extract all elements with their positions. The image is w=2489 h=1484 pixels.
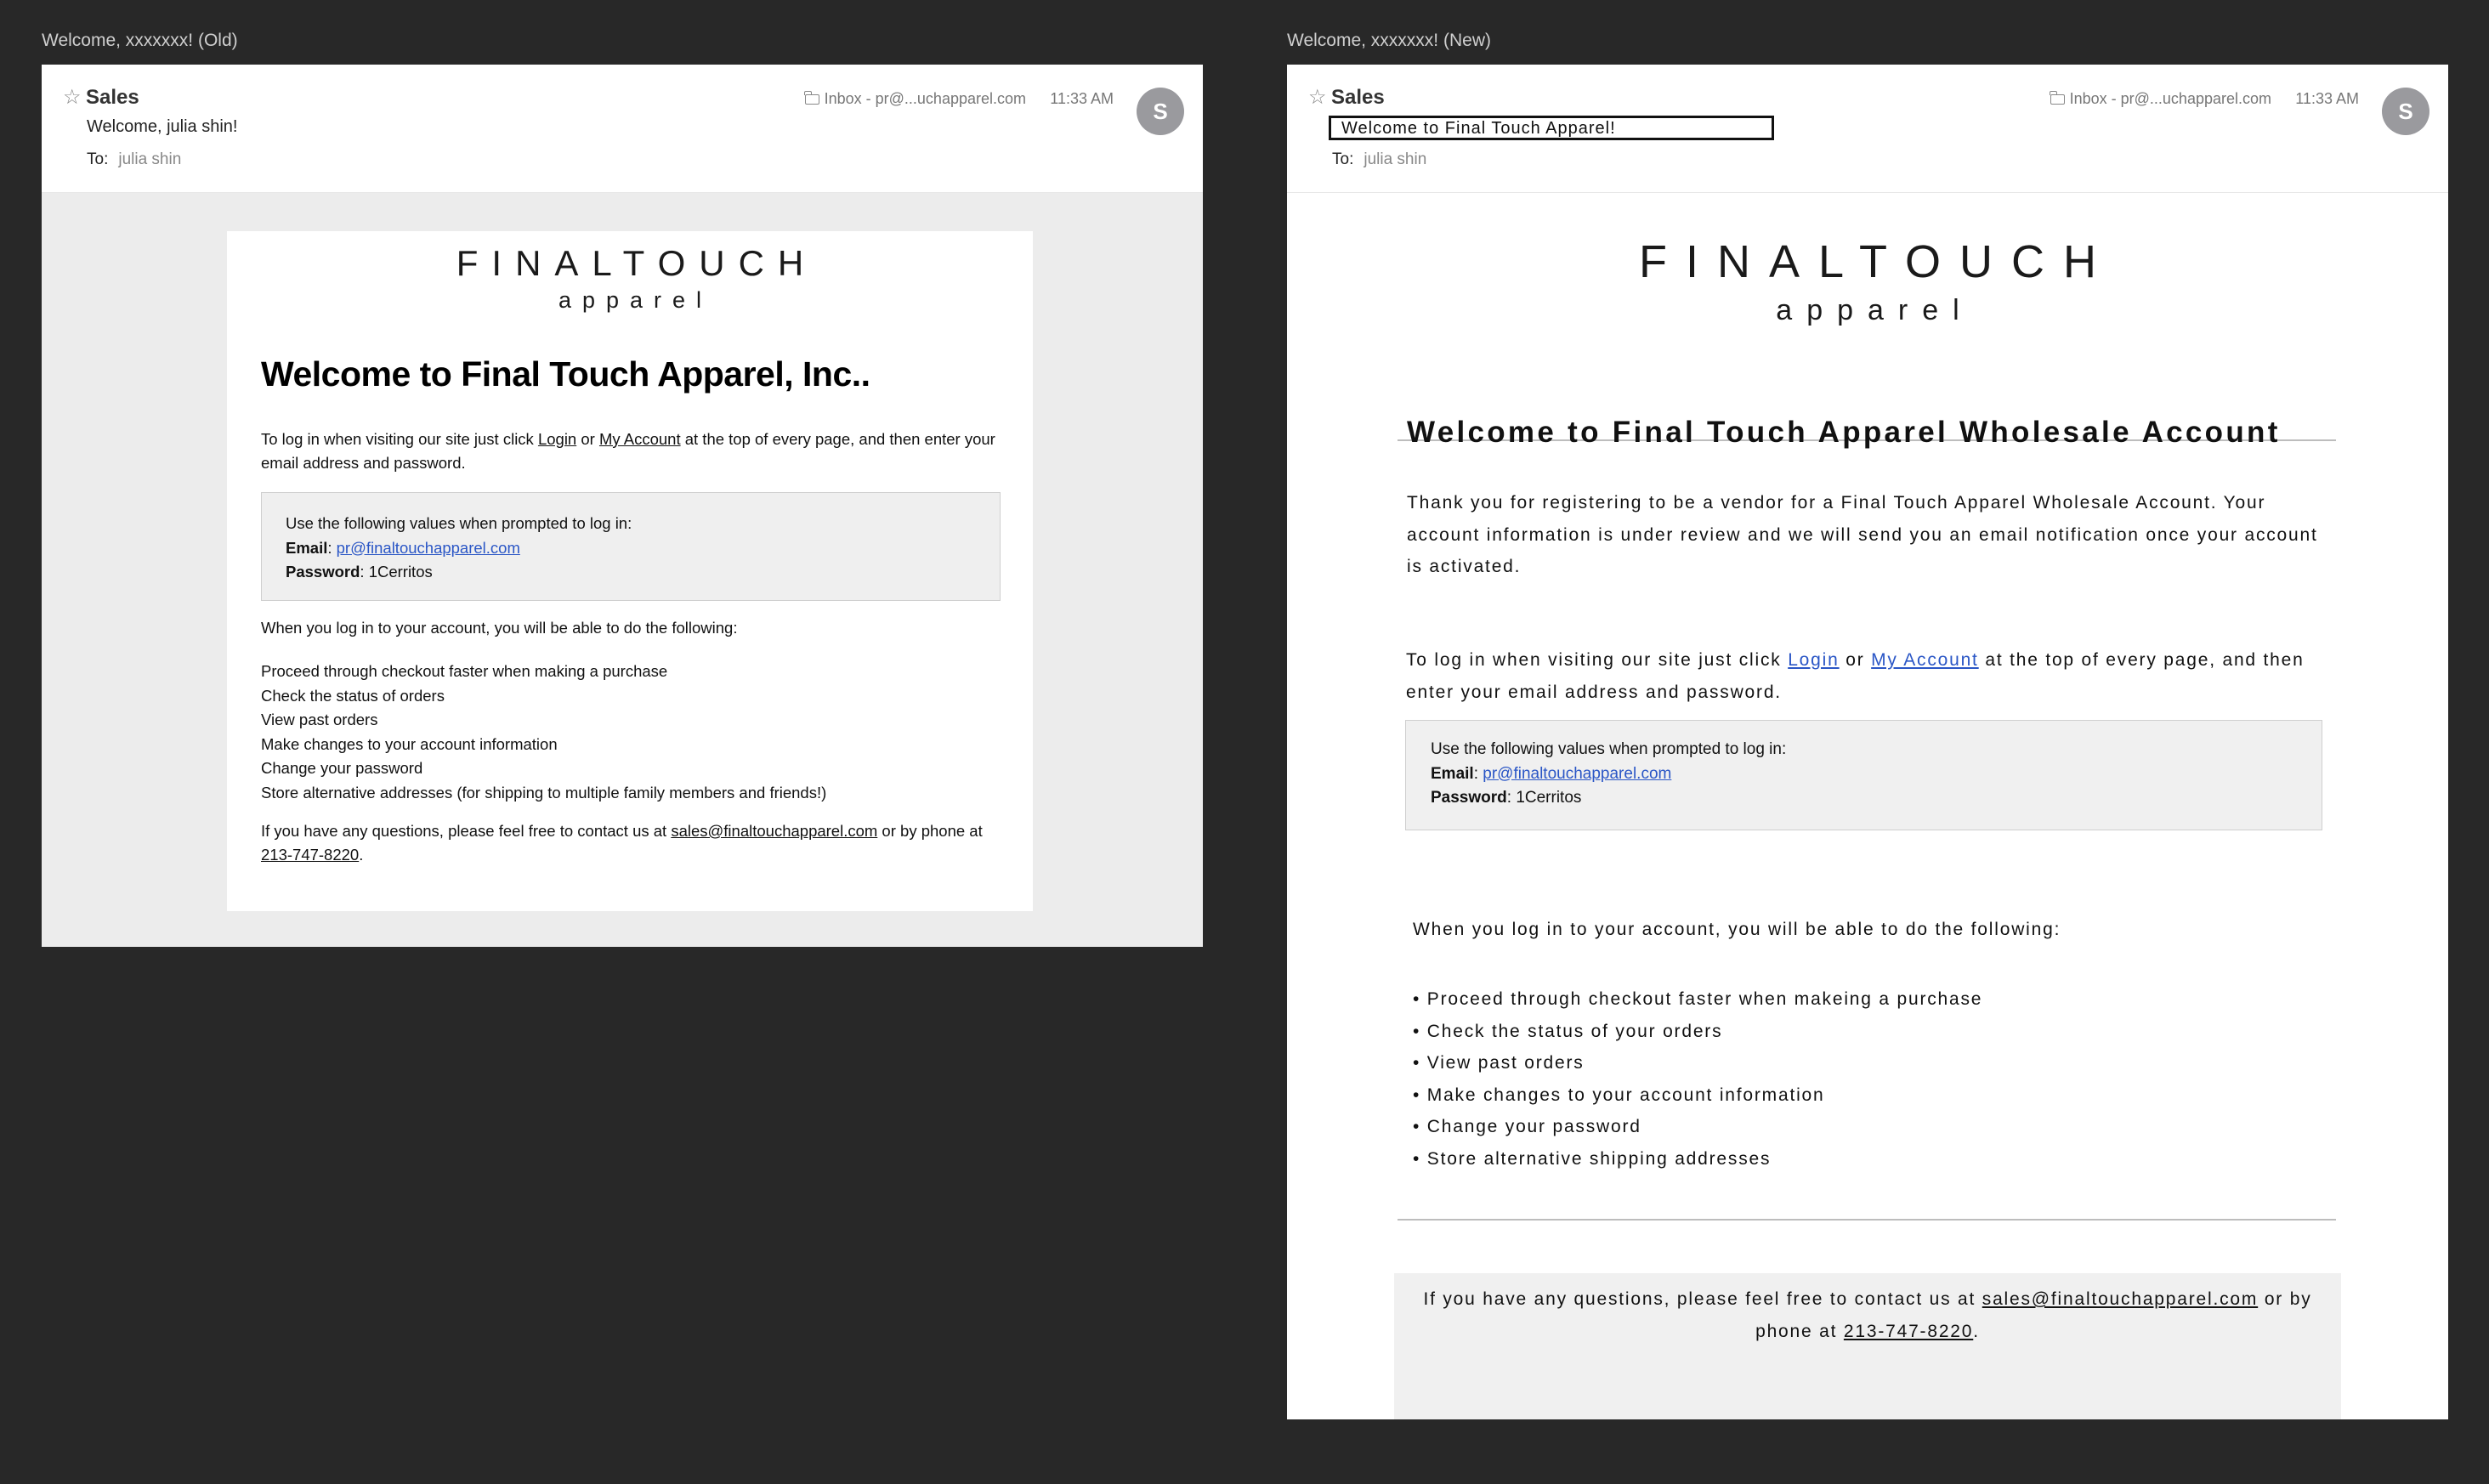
list-item: • View past orders — [1413, 1053, 1585, 1073]
mailbox-info: Inbox - pr@...uchapparel.com — [2050, 90, 2271, 108]
sender-name: Sales — [1331, 86, 1385, 109]
list-item: • Store alternative shipping addresses — [1413, 1148, 1772, 1169]
credentials-lead: Use the following values when prompted t… — [1431, 740, 1787, 758]
credentials-box: Use the following values when prompted t… — [1405, 720, 2322, 830]
logo-wordmark: FINALTOUCH — [456, 243, 818, 283]
folder-icon — [804, 90, 819, 105]
email-credential-row: Email: pr@finaltouchapparel.com — [286, 538, 520, 557]
credential-password: 1Cerritos — [1516, 789, 1582, 807]
credentials-lead: Use the following values when prompted t… — [286, 514, 632, 532]
timestamp: 11:33 AM — [2295, 90, 2359, 107]
benefits-intro: When you log in to your account, you wil… — [1413, 920, 2061, 939]
list-item: Make changes to your account information — [261, 734, 558, 753]
benefits-intro: When you log in to your account, you wil… — [261, 619, 738, 637]
mailbox-label: Inbox - pr@...uchapparel.com — [2069, 90, 2271, 107]
mailbox-info: Inbox - pr@...uchapparel.com — [804, 90, 1026, 108]
contact-text: If you have any questions, please feel f… — [261, 822, 983, 864]
my-account-link[interactable]: My Account — [599, 430, 681, 448]
to-value[interactable]: julia shin — [118, 150, 181, 168]
login-link[interactable]: Login — [538, 430, 576, 448]
email-frame-old: ☆ Sales Welcome, julia shin! To: julia sh… — [42, 65, 1203, 947]
login-link[interactable]: Login — [1788, 650, 1839, 670]
frame-label-new: Welcome, xxxxxxx! (New) — [1287, 31, 1491, 50]
thank-you-text: Thank you for registering to be a vendor… — [1407, 493, 2318, 576]
mail-header: ☆ Sales Welcome, julia shin! To: julia sh… — [42, 65, 1203, 192]
avatar[interactable]: S — [1137, 88, 1184, 135]
mail-header: ☆ Sales Welcome to Final Touch Apparel! … — [1287, 65, 2448, 192]
benefits-list: • Proceed through checkout faster when m… — [1413, 983, 1982, 1175]
email-subject: Welcome, julia shin! — [87, 117, 238, 136]
credential-password: 1Cerritos — [368, 563, 433, 581]
star-icon[interactable]: ☆ — [63, 85, 82, 110]
logo-subtitle: apparel — [1776, 294, 1974, 326]
phone-link[interactable]: 213-747-8220 — [1844, 1322, 1973, 1341]
benefits-list: Proceed through checkout faster when mak… — [261, 660, 826, 805]
email-heading: Welcome to Final Touch Apparel Wholesale… — [1407, 416, 2281, 449]
folder-icon — [2050, 90, 2065, 105]
login-instructions: To log in when visiting our site just cl… — [261, 430, 995, 472]
mailbox-label: Inbox - pr@...uchapparel.com — [824, 90, 1026, 107]
list-item: Change your password — [261, 759, 423, 777]
to-value[interactable]: julia shin — [1364, 150, 1426, 168]
list-item: • Proceed through checkout faster when m… — [1413, 989, 1983, 1009]
email-body: FINALTOUCH apparel Welcome to Final Touc… — [42, 193, 1203, 947]
email-body: FINALTOUCH apparel Welcome to Final Touc… — [1287, 193, 2448, 1419]
list-item: Check the status of orders — [261, 686, 445, 705]
recipient-row: To: julia shin — [1332, 150, 1426, 169]
star-icon[interactable]: ☆ — [1308, 85, 1327, 110]
credential-email-link[interactable]: pr@finaltouchapparel.com — [337, 539, 520, 557]
credentials-box: Use the following values when prompted t… — [261, 492, 1001, 601]
avatar[interactable]: S — [2382, 88, 2429, 135]
list-item: Store alternative addresses (for shippin… — [261, 783, 827, 801]
contact-footer: If you have any questions, please feel f… — [1394, 1273, 2341, 1419]
list-item: View past orders — [261, 711, 378, 728]
logo-subtitle: apparel — [558, 287, 713, 313]
email-heading: Welcome to Final Touch Apparel, Inc.. — [261, 354, 870, 394]
email-subject-highlighted: Welcome to Final Touch Apparel! — [1329, 116, 1774, 140]
logo-wordmark: FINALTOUCH — [1638, 236, 2116, 287]
phone-link[interactable]: 213-747-8220 — [261, 846, 359, 864]
my-account-link[interactable]: My Account — [1871, 650, 1979, 670]
sales-email-link[interactable]: sales@finaltouchapparel.com — [671, 822, 877, 840]
to-label: To: — [1332, 150, 1354, 168]
list-item: • Check the status of your orders — [1413, 1021, 1723, 1041]
timestamp: 11:33 AM — [1050, 90, 1114, 107]
to-label: To: — [87, 150, 109, 168]
frame-label-old: Welcome, xxxxxxx! (Old) — [42, 31, 238, 50]
email-frame-new: ☆ Sales Welcome to Final Touch Apparel! … — [1287, 65, 2448, 1419]
login-instructions: To log in when visiting our site just cl… — [1406, 650, 2305, 702]
sales-email-link[interactable]: sales@finaltouchapparel.com — [1982, 1289, 2258, 1309]
list-item: • Change your password — [1413, 1117, 1641, 1136]
recipient-row: To: julia shin — [87, 150, 181, 169]
list-item: Proceed through checkout faster when mak… — [261, 662, 668, 680]
email-credential-row: Email: pr@finaltouchapparel.com — [1431, 764, 1672, 783]
email-card: FINALTOUCH apparel Welcome to Final Touc… — [227, 231, 1033, 911]
sender-name: Sales — [86, 86, 139, 109]
section-divider — [1398, 1219, 2336, 1221]
password-credential-row: Password: 1Cerritos — [286, 563, 433, 581]
credential-email-link[interactable]: pr@finaltouchapparel.com — [1483, 765, 1671, 783]
password-credential-row: Password: 1Cerritos — [1431, 789, 1582, 807]
list-item: • Make changes to your account informati… — [1413, 1085, 1825, 1105]
